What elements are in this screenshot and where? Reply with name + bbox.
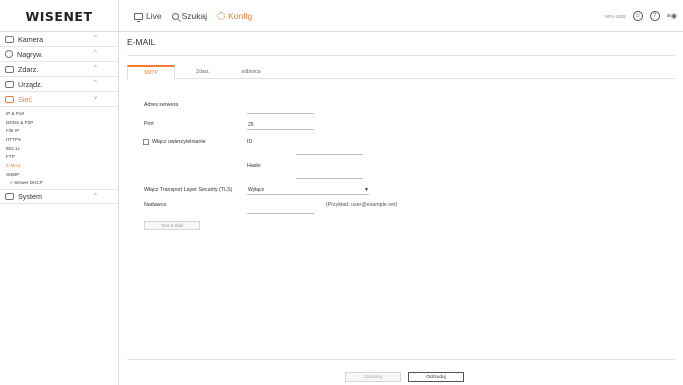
port-label: Port [144,121,154,127]
nav-live[interactable]: Live [134,11,162,22]
sidebar-item-camera[interactable]: Kamera ^ [0,32,118,47]
tls-label: Włącz Transport Layer Security (TLS) [144,187,233,193]
sidebar-subitem-email[interactable]: E-MAIL [6,161,118,170]
sidebar-item-label: Kamera [18,34,44,44]
sidebar-item-label: Nagryw. [17,49,43,59]
sidebar-subitem-ip-filter[interactable]: Filtr IP [6,126,118,135]
sidebar-item-label: Sieć [18,94,32,104]
top-bar: WISENET Live Szukaj Konfig HRX-1635 ☺ ? … [0,0,683,32]
sidebar-item-device[interactable]: Urządz. ^ [0,77,118,92]
nav-live-label: Live [146,11,162,21]
cancel-button[interactable]: Odrzuduj [408,372,464,382]
bottom-divider [127,359,675,360]
id-label: ID [247,139,253,145]
sender-label: Nadawca [144,202,167,208]
page-title: E-MAIL [127,37,156,47]
sidebar-item-event[interactable]: Zdarz. ^ [0,62,118,77]
chevron-up-icon: ^ [94,80,97,86]
user-icon[interactable]: ☺ [632,11,643,21]
password-label: Hasło [247,163,261,169]
chevron-down-icon: v [94,95,97,101]
sidebar-item-system[interactable]: System ^ [0,189,118,205]
chevron-down-icon: ▼ [364,187,369,193]
port-input[interactable] [247,121,314,130]
device-icon [5,80,14,88]
tab-recipient[interactable]: odbiorca [227,65,275,79]
server-input[interactable] [247,105,314,114]
sidebar-item-label: Urządz. [18,79,43,89]
id-input[interactable] [296,146,363,155]
tab-event[interactable]: Zdarz. [179,65,227,79]
password-input[interactable] [296,170,363,179]
sidebar-subitem-ddns[interactable]: DDNS & P2P [6,118,118,127]
auth-label: Włącz uwierzytelnianie [152,139,206,145]
title-divider [127,55,675,56]
camera-icon [5,35,14,43]
system-icon [5,193,14,201]
sidebar-item-record[interactable]: Nagryw. ^ [0,47,118,62]
help-icon[interactable]: ? [649,11,660,21]
network-icon [5,95,14,103]
network-submenu: IP & Port DDNS & P2P Filtr IP HTTPS 802.… [0,107,118,189]
tls-select[interactable]: Wyłącz ▼ [247,186,369,195]
auth-checkbox[interactable] [143,139,149,145]
sidebar-subitem-ip-port[interactable]: IP & Port [6,109,118,118]
main-nav: Live Szukaj Konfig [134,0,252,32]
sidebar-subitem-dhcp[interactable]: > Serwer DHCP [6,179,118,188]
record-icon [5,50,13,58]
search-icon [171,12,179,20]
sender-input[interactable] [247,205,314,214]
sidebar-subitem-snmp[interactable]: SNMP [6,170,118,179]
monitor-icon [134,12,143,22]
sidebar-item-label: Zdarz. [18,64,39,74]
apply-button[interactable]: Zastosuj [345,372,401,382]
tls-select-value: Wyłącz [248,187,265,193]
nav-setup-label: Konfig [228,11,253,21]
chevron-up-icon: ^ [94,35,97,41]
chevron-up-icon: ^ [94,193,97,200]
nav-setup[interactable]: Konfig [217,11,252,21]
sender-hint: (Przykład: user@example.net) [326,202,398,208]
tab-bar: SMTP Zdarz. odbiorca [127,65,675,80]
chevron-up-icon: ^ [94,50,97,56]
sidebar-item-label: System [18,192,42,202]
sidebar-item-network[interactable]: Sieć v [0,92,118,107]
server-label: Adres serwera [144,102,179,108]
wisenet-logo: WISENET [25,8,93,24]
nav-search-label: Szukaj [181,11,208,21]
test-email-button[interactable]: Test e-mail [144,221,200,230]
chevron-up-icon: ^ [94,65,97,71]
sidebar-subitem-8021x[interactable]: 802.1x [6,144,118,153]
menu-icon[interactable]: ≡◉ [667,12,677,20]
bell-icon [5,65,14,73]
sidebar-subitem-https[interactable]: HTTPS [6,135,118,144]
tab-smtp[interactable]: SMTP [127,65,175,80]
sidebar: Kamera ^ Nagryw. ^ Zdarz. ^ Urządz. ^ Si… [0,32,118,385]
model-name: HRX-1635 [604,13,626,19]
sidebar-subitem-ftp[interactable]: FTP [6,152,118,161]
main-content: E-MAIL SMTP Zdarz. odbiorca Adres serwer… [119,32,683,385]
top-right-tools: HRX-1635 ☺ ? ≡◉ [605,0,677,32]
nav-search[interactable]: Szukaj [171,11,208,21]
gear-icon [217,12,226,20]
